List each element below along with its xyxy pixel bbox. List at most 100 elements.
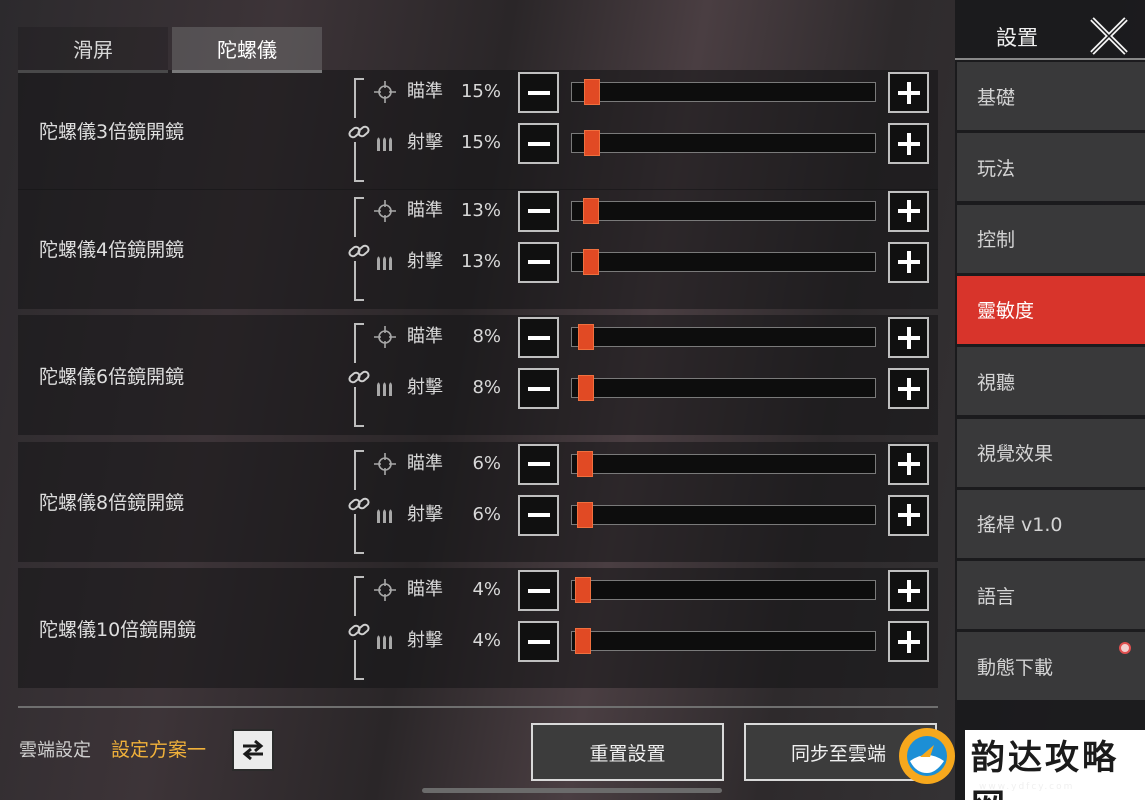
aim-value: 15% [460,81,501,102]
minus-icon [527,588,550,593]
watermark-url: www.ydfcy.com [979,782,1075,792]
bullets-icon [377,256,392,270]
minus-icon [527,335,550,340]
aim-slider-row: 瞄準 13% [373,189,933,233]
crosshair-icon [374,579,396,601]
plus-icon-vertical [906,377,911,400]
swap-icon [242,739,264,761]
close-icon[interactable] [1089,16,1129,56]
increase-button[interactable] [888,570,929,611]
fire-slider[interactable] [571,628,876,654]
link-icon[interactable] [347,365,371,389]
fire-slider[interactable] [571,375,876,401]
link-icon[interactable] [347,618,371,642]
row-label: 陀螺儀4倍鏡開鏡 [39,239,185,261]
sidebar-item[interactable]: 語言 [957,561,1145,630]
sidebar-item[interactable]: 動態下載 [957,632,1145,701]
increase-button[interactable] [888,190,929,232]
sensitivity-row: 陀螺儀10倍鏡開鏡 瞄準 4% 射擊 4% [18,568,938,688]
decrease-button[interactable] [518,368,559,409]
fire-label: 射擊 [407,503,443,525]
decrease-button[interactable] [518,621,559,662]
increase-button[interactable] [888,443,929,485]
sidebar-item[interactable]: 視聽 [957,347,1145,416]
decrease-button[interactable] [518,72,559,113]
tab-swipe[interactable]: 滑屏 [18,27,168,73]
row-label: 陀螺儀3倍鏡開鏡 [39,120,185,143]
sensitivity-row: 陀螺儀8倍鏡開鏡 瞄準 6% 射擊 6% [18,441,938,562]
sidebar-item-label: 玩法 [977,157,1016,180]
sidebar-item-label: 視聽 [977,371,1016,394]
slider-thumb[interactable] [584,79,601,105]
crosshair-icon [374,199,396,222]
minus-icon [527,513,550,517]
slider-thumb[interactable] [576,501,593,528]
increase-button[interactable] [888,368,929,409]
tab-gyroscope[interactable]: 陀螺儀 [172,27,322,73]
increase-button[interactable] [888,621,929,662]
fire-slider[interactable] [571,130,876,156]
sidebar-item[interactable]: 搖桿 v1.0 [957,489,1145,558]
bracket-bottom [354,640,364,680]
slider-thumb[interactable] [578,375,595,401]
sidebar-item-label: 控制 [977,229,1016,252]
aim-slider[interactable] [571,79,876,105]
sidebar-item-label: 動態下載 [977,656,1054,679]
crosshair-icon [374,326,396,348]
decrease-button[interactable] [518,494,559,536]
sidebar-item[interactable]: 基礎 [957,62,1145,130]
slider-thumb[interactable] [584,130,601,156]
fire-value: 8% [472,377,501,398]
slider-thumb[interactable] [578,324,595,350]
slider-thumb[interactable] [576,450,593,477]
aim-slider[interactable] [571,450,876,477]
bracket-top [354,449,364,490]
aim-slider[interactable] [571,324,876,350]
increase-button[interactable] [888,317,929,358]
cloud-plan-name[interactable]: 設定方案一 [111,735,206,762]
fire-slider[interactable] [571,248,876,275]
aim-slider[interactable] [571,197,876,224]
link-icon[interactable] [347,239,371,263]
link-icon[interactable] [347,492,371,516]
aim-value: 6% [472,452,501,474]
slider-thumb[interactable] [575,628,592,654]
decrease-button[interactable] [518,317,559,358]
fire-value: 6% [472,503,501,525]
increase-button[interactable] [888,123,929,164]
decrease-button[interactable] [518,241,559,283]
sidebar-item[interactable]: 靈敏度 [957,275,1145,344]
slider-thumb[interactable] [582,197,599,224]
scroll-indicator[interactable] [422,788,722,793]
sidebar-item[interactable]: 視覺效果 [957,418,1145,487]
plus-icon-vertical [906,132,911,155]
link-icon[interactable] [347,120,371,144]
crosshair-icon [374,81,396,103]
minus-icon [527,386,550,391]
fire-value: 4% [472,630,501,651]
fire-slider-row: 射擊 6% [373,493,933,537]
swap-plan-button[interactable] [232,729,274,771]
slider-thumb[interactable] [575,577,592,603]
decrease-button[interactable] [518,190,559,232]
decrease-button[interactable] [518,570,559,611]
sidebar-item[interactable]: 控制 [957,204,1145,273]
cloud-settings-label: 雲端設定 [19,740,91,761]
aim-slider[interactable] [571,577,876,603]
row-label: 陀螺儀10倍鏡開鏡 [39,618,197,641]
increase-button[interactable] [888,72,929,113]
aim-slider-row: 瞄準 6% [373,442,933,486]
plus-icon-vertical [906,326,911,349]
bracket-bottom [354,260,364,301]
decrease-button[interactable] [518,123,559,164]
fire-slider[interactable] [571,501,876,528]
sidebar-item-label: 搖桿 v1.0 [977,514,1063,537]
decrease-button[interactable] [518,443,559,485]
slider-thumb[interactable] [582,248,599,275]
increase-button[interactable] [888,494,929,536]
reset-settings-button[interactable]: 重置設置 [531,723,724,781]
minus-icon [527,90,550,95]
increase-button[interactable] [888,241,929,283]
sidebar-item[interactable]: 玩法 [957,133,1145,202]
aim-label: 瞄準 [407,326,443,347]
